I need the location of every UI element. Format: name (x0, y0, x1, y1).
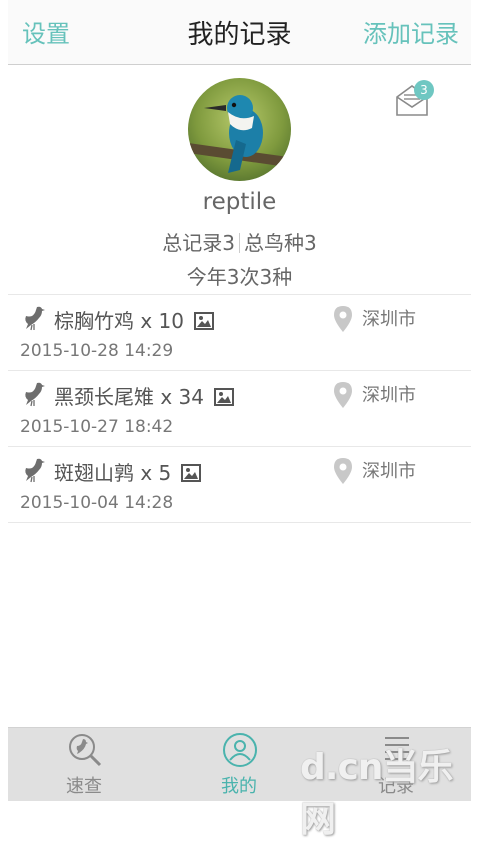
photo-icon[interactable] (181, 464, 202, 482)
app-screen: 设置 我的记录 添加记录 3 reptile 总记录3 总鸟种3 今年3次3种 … (8, 0, 471, 840)
messages-button[interactable]: 3 (394, 80, 434, 118)
record-city: 深圳市 (362, 461, 416, 482)
add-record-button[interactable]: 添加记录 (363, 14, 459, 49)
total-records: 总记录3 (162, 231, 235, 255)
record-time: 2015-10-27 18:42 (20, 417, 174, 437)
location-pin-icon (334, 458, 352, 484)
species-text: 黑颈长尾雉 x 34 (54, 385, 204, 409)
watermark-text: d.cn当乐网 (300, 747, 453, 840)
record-species: 斑翅山鹑 x 5 (54, 457, 202, 486)
tab-label: 速查 (66, 776, 102, 797)
kingfisher-photo-icon (188, 78, 291, 181)
watermark: d.cn当乐网 (300, 738, 470, 840)
record-list: 棕胸竹鸡 x 10 深圳市 2015-10-28 14:29 黑颈长尾雉 x 3… (8, 294, 471, 523)
user-icon (223, 733, 257, 767)
record-city: 深圳市 (362, 385, 416, 406)
top-bar: 设置 我的记录 添加记录 (8, 0, 471, 65)
record-stats: 总记录3 总鸟种3 (8, 227, 471, 256)
unread-badge: 3 (414, 80, 434, 100)
profile-section: 3 reptile 总记录3 总鸟种3 今年3次3种 (8, 65, 471, 295)
year-summary: 今年3次3种 (186, 265, 293, 289)
record-row[interactable]: 棕胸竹鸡 x 10 深圳市 2015-10-28 14:29 (8, 294, 471, 370)
bird-icon (25, 458, 45, 483)
record-time: 2015-10-28 14:29 (20, 341, 174, 361)
location-pin-icon (334, 306, 352, 332)
species-text: 斑翅山鹑 x 5 (54, 461, 172, 485)
tab-quick-search[interactable]: 速查 (34, 728, 134, 801)
photo-icon[interactable] (194, 312, 214, 330)
bird-search-icon (69, 734, 102, 767)
bird-icon (25, 306, 45, 331)
photo-icon[interactable] (214, 388, 234, 406)
record-city: 深圳市 (362, 309, 416, 330)
total-species: 总鸟种3 (244, 231, 317, 255)
location-pin-icon (334, 382, 352, 408)
stats-divider (239, 233, 240, 253)
record-species: 黑颈长尾雉 x 34 (54, 381, 234, 410)
record-species: 棕胸竹鸡 x 10 (54, 305, 214, 334)
username: reptile (202, 189, 277, 215)
species-text: 棕胸竹鸡 x 10 (54, 309, 184, 333)
bird-icon (25, 382, 45, 407)
record-time: 2015-10-04 14:28 (20, 493, 174, 513)
avatar[interactable] (188, 78, 291, 181)
record-row[interactable]: 斑翅山鹑 x 5 深圳市 2015-10-04 14:28 (8, 446, 471, 523)
tab-label: 我的 (221, 776, 257, 797)
record-row[interactable]: 黑颈长尾雉 x 34 深圳市 2015-10-27 18:42 (8, 370, 471, 446)
tab-mine[interactable]: 我的 (189, 728, 289, 801)
